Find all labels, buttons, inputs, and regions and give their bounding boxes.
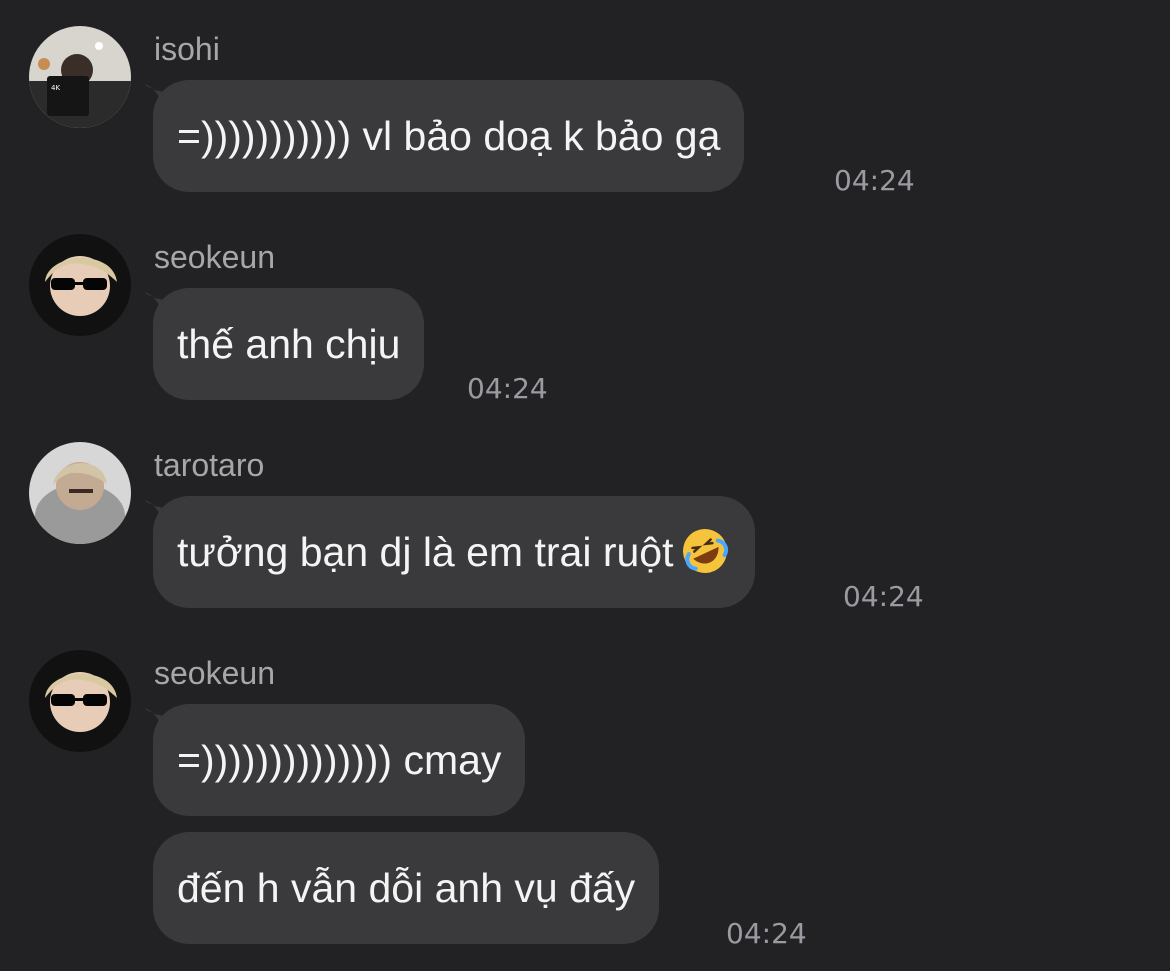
message-text: đến h vẫn dỗi anh vụ đấy <box>177 865 636 911</box>
sender-name: isohi <box>154 31 220 67</box>
chat-thread: 4K isohi =))))))))))) vl bảo doạ k bảo g… <box>0 0 1170 971</box>
avatar-seokeun-image <box>29 650 131 752</box>
message-bubble[interactable]: đến h vẫn dỗi anh vụ đấy <box>153 832 660 944</box>
sender-name: tarotaro <box>154 447 265 483</box>
message-timestamp: 04:24 <box>834 164 915 197</box>
avatar-isohi-image: 4K <box>29 26 131 128</box>
message-timestamp: 04:24 <box>467 372 548 405</box>
svg-text:4K: 4K <box>51 84 60 92</box>
message-bubble[interactable]: tưởng bạn dj là em trai ruột <box>153 496 756 608</box>
avatar-isohi[interactable]: 4K <box>29 26 131 128</box>
avatar-tarotaro[interactable] <box>29 442 131 544</box>
message-bubble[interactable]: thế anh chịu <box>153 288 425 400</box>
message-text: =)))))))))))))) cmay <box>177 737 502 783</box>
message-bubble[interactable]: =)))))))))))))) cmay <box>153 704 526 816</box>
avatar-seokeun-image <box>29 234 131 336</box>
sender-name: seokeun <box>154 655 275 691</box>
avatar-seokeun[interactable] <box>29 650 131 752</box>
message-text: =))))))))))) vl bảo doạ k bảo gạ <box>177 113 721 159</box>
avatar-seokeun[interactable] <box>29 234 131 336</box>
message-timestamp: 04:24 <box>726 917 807 950</box>
message-timestamp: 04:24 <box>843 580 924 613</box>
message-text: thế anh chịu <box>177 321 401 367</box>
avatar-tarotaro-image <box>29 442 131 544</box>
message-text: tưởng bạn dj là em trai ruột <box>177 529 674 575</box>
message-bubble[interactable]: =))))))))))) vl bảo doạ k bảo gạ <box>153 80 745 192</box>
sender-name: seokeun <box>154 239 275 275</box>
rolling-on-the-floor-laughing-icon <box>679 525 731 577</box>
